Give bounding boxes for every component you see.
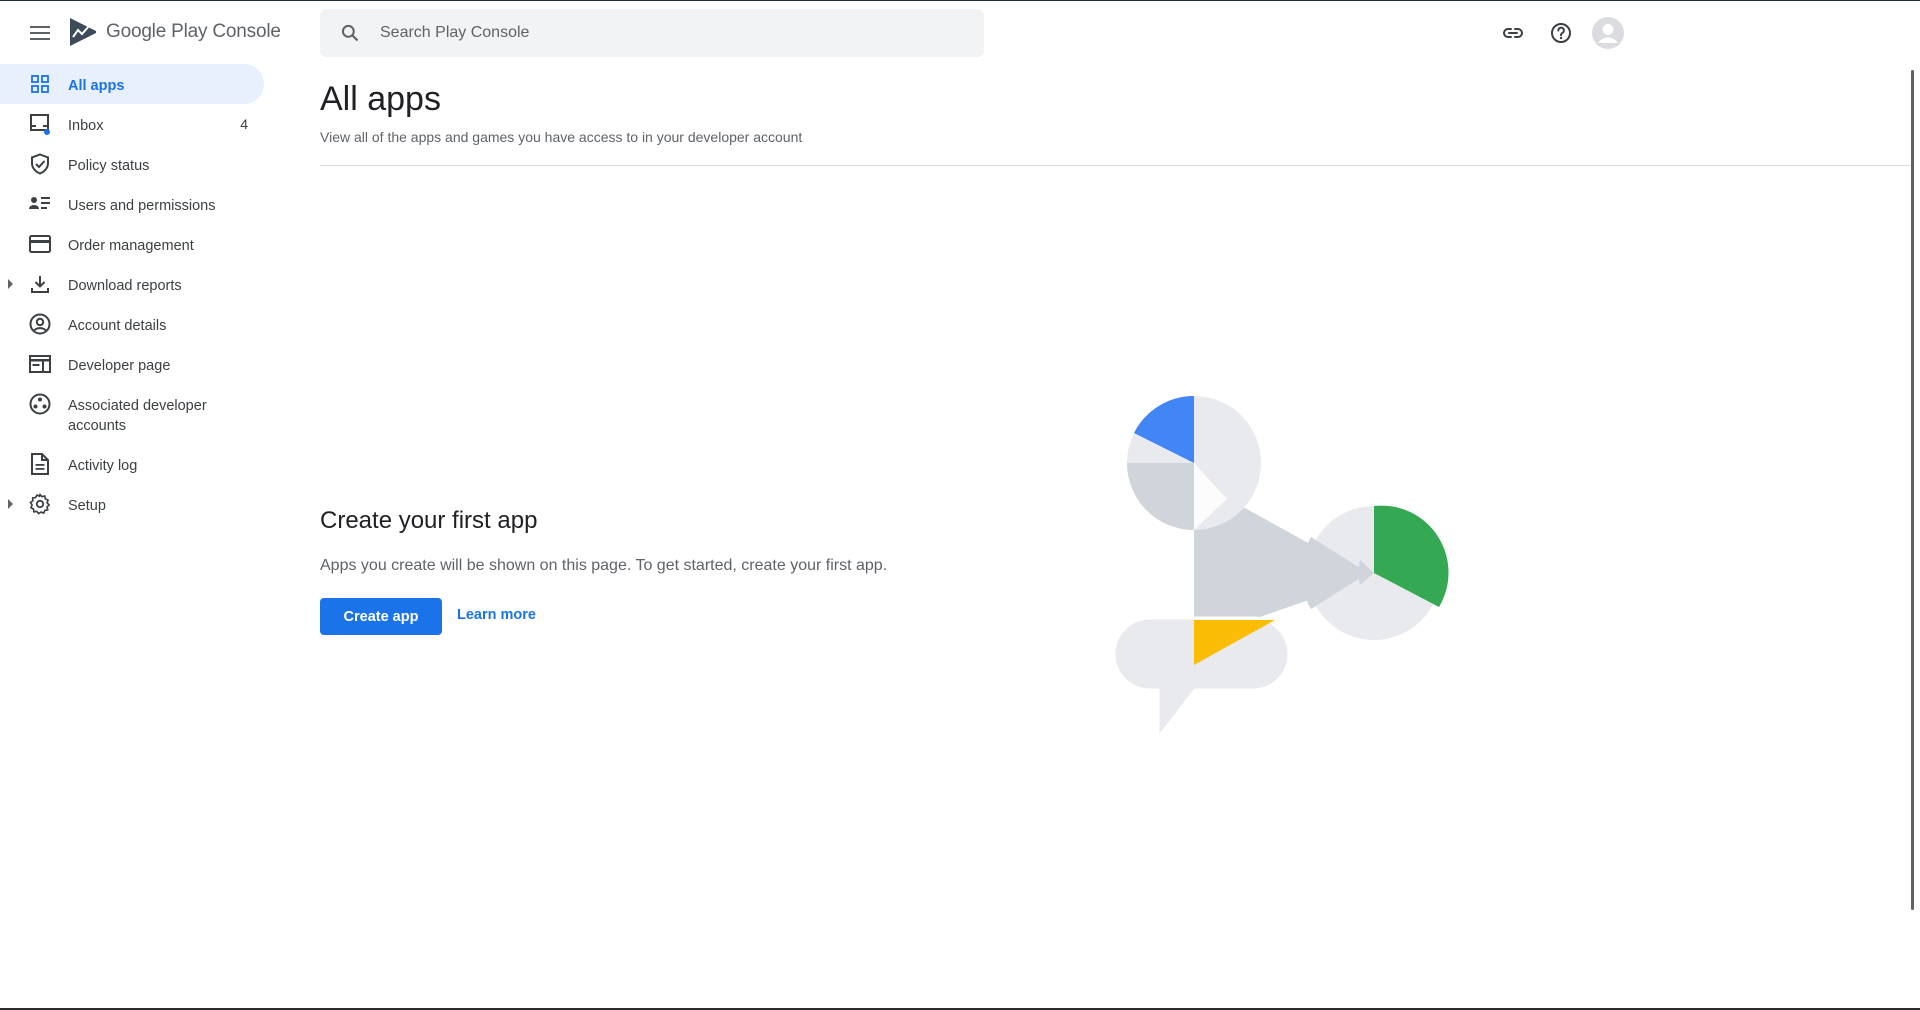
users-list-icon xyxy=(28,192,52,216)
help-button[interactable] xyxy=(1541,13,1581,53)
inbox-count-badge: 4 xyxy=(240,116,248,132)
logo-text-google-play: Google Play xyxy=(106,21,208,42)
link-icon xyxy=(1503,28,1523,38)
logo-text: Google Play Console xyxy=(106,21,281,43)
gear-icon xyxy=(28,492,52,516)
empty-state-description: Apps you create will be shown on this pa… xyxy=(320,557,888,574)
sidebar-item-label: Users and permissions xyxy=(68,198,216,214)
sidebar-item-inbox[interactable]: Inbox 4 xyxy=(0,104,264,144)
top-circle-gray-quadrant xyxy=(1127,463,1194,530)
sidebar-item-associated-developer-accounts[interactable]: Associated developer accounts xyxy=(0,384,264,444)
sidebar-item-label: Activity log xyxy=(68,458,138,474)
sidebar-item-download-reports[interactable]: Download reports xyxy=(0,264,264,304)
sidebar-item-account-details[interactable]: Account details xyxy=(0,304,264,344)
help-icon xyxy=(1551,23,1571,43)
sidebar-item-label: Policy status xyxy=(68,158,150,174)
sidebar-item-label: Inbox xyxy=(68,118,104,134)
account-avatar-button[interactable] xyxy=(1588,13,1628,53)
hamburger-menu-icon xyxy=(30,26,50,40)
grid-icon xyxy=(28,72,52,96)
sidebar-item-label: Account details xyxy=(68,318,167,334)
expand-arrow-icon[interactable] xyxy=(8,499,13,509)
sidebar-item-all-apps[interactable]: All apps xyxy=(0,64,264,104)
create-app-button[interactable]: Create app xyxy=(320,598,442,635)
window-top-border xyxy=(0,0,1920,1)
search-input[interactable] xyxy=(378,23,942,43)
download-icon xyxy=(28,272,52,296)
sidebar-item-setup[interactable]: Setup xyxy=(0,484,264,524)
expand-arrow-icon[interactable] xyxy=(8,279,13,289)
page-subtitle: View all of the apps and games you have … xyxy=(320,129,803,145)
inbox-icon xyxy=(28,112,52,136)
credit-card-icon xyxy=(28,232,52,256)
play-console-logo-icon xyxy=(70,18,96,46)
sidebar-item-policy-status[interactable]: Policy status xyxy=(0,144,264,184)
account-circle-icon xyxy=(28,312,52,336)
search-bar[interactable] xyxy=(320,9,984,57)
main-menu-button[interactable] xyxy=(20,13,60,53)
vertical-scrollbar[interactable] xyxy=(1911,70,1914,910)
linked-accounts-icon xyxy=(28,392,52,416)
link-button[interactable] xyxy=(1493,13,1533,53)
sidebar-item-users-and-permissions[interactable]: Users and permissions xyxy=(0,184,264,224)
web-page-icon xyxy=(28,352,52,376)
sidebar-item-label: Developer page xyxy=(68,358,171,374)
empty-state-illustration xyxy=(1112,395,1449,743)
sidebar-item-label: Order management xyxy=(68,238,194,254)
sidebar-item-developer-page[interactable]: Developer page xyxy=(0,344,264,384)
search-icon xyxy=(341,24,359,42)
header-divider xyxy=(320,165,1910,166)
sidebar-item-activity-log[interactable]: Activity log xyxy=(0,444,264,484)
sidebar-nav: All apps Inbox 4 Policy status Users and… xyxy=(0,64,264,524)
page-title: All apps xyxy=(320,80,441,118)
learn-more-link[interactable]: Learn more xyxy=(457,607,536,623)
sidebar-item-label: All apps xyxy=(68,78,125,94)
document-icon xyxy=(28,452,52,476)
sidebar-item-order-management[interactable]: Order management xyxy=(0,224,264,264)
sidebar-item-label: Associated developer accounts xyxy=(68,398,207,434)
sidebar-item-label: Setup xyxy=(68,498,106,514)
sidebar-item-label: Download reports xyxy=(68,278,182,294)
avatar-icon xyxy=(1592,17,1624,49)
empty-state-title: Create your first app xyxy=(320,507,538,534)
play-console-logo[interactable]: Google Play Console xyxy=(68,17,281,47)
logo-text-console: Console xyxy=(212,21,281,42)
shield-check-icon xyxy=(28,152,52,176)
